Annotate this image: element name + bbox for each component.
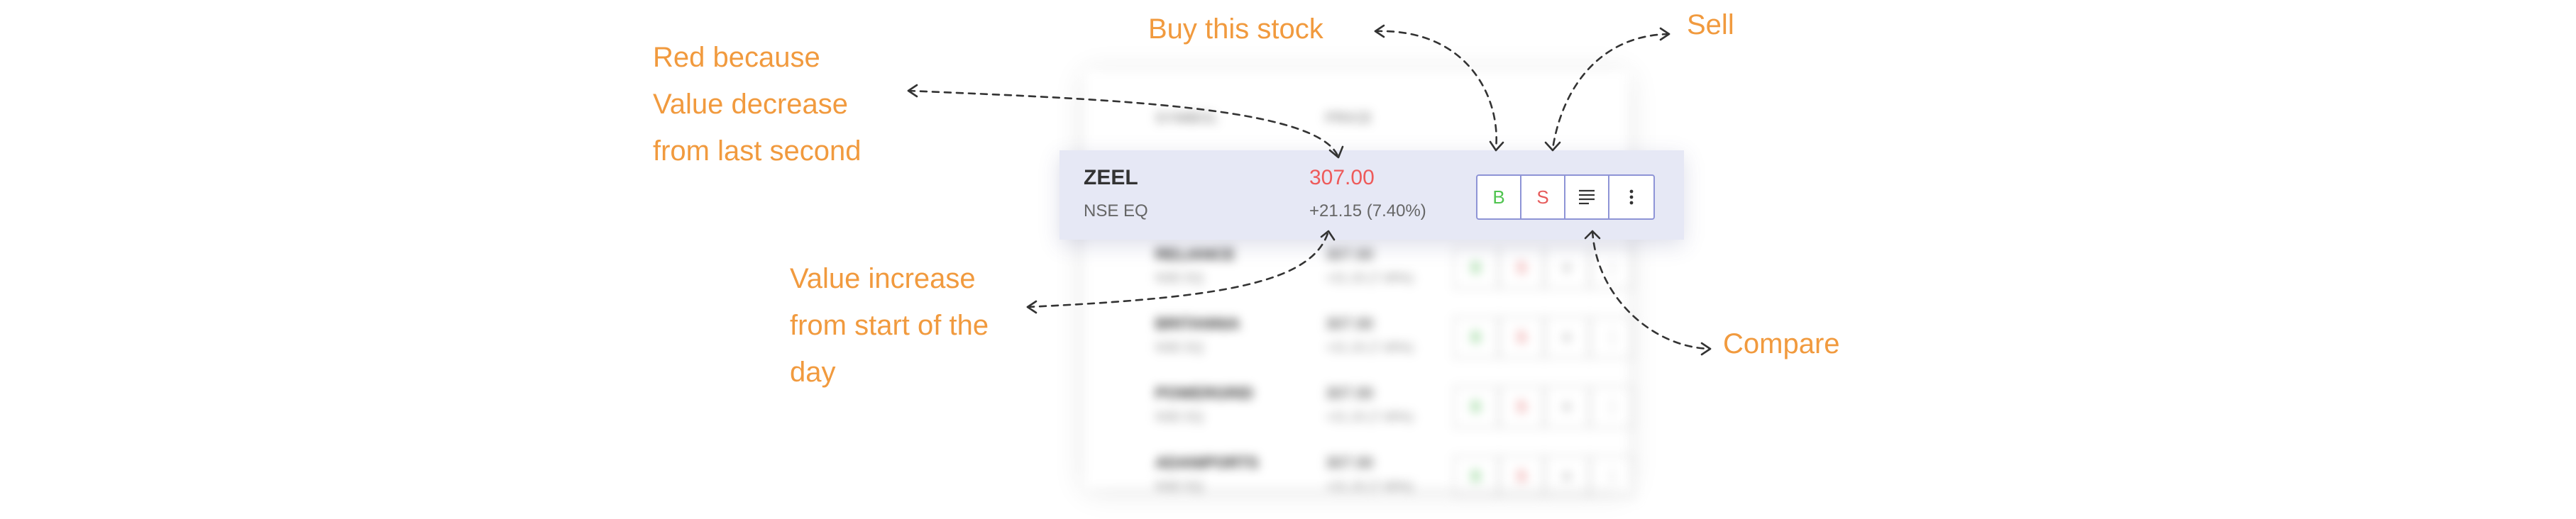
arrow-sell	[1551, 33, 1670, 150]
arrow-red-price	[907, 89, 1340, 159]
arrow-compare	[1591, 230, 1712, 350]
arrow-value-increase	[1026, 230, 1330, 308]
arrow-buy	[1374, 30, 1497, 150]
annotation-arrows	[907, 24, 1712, 356]
